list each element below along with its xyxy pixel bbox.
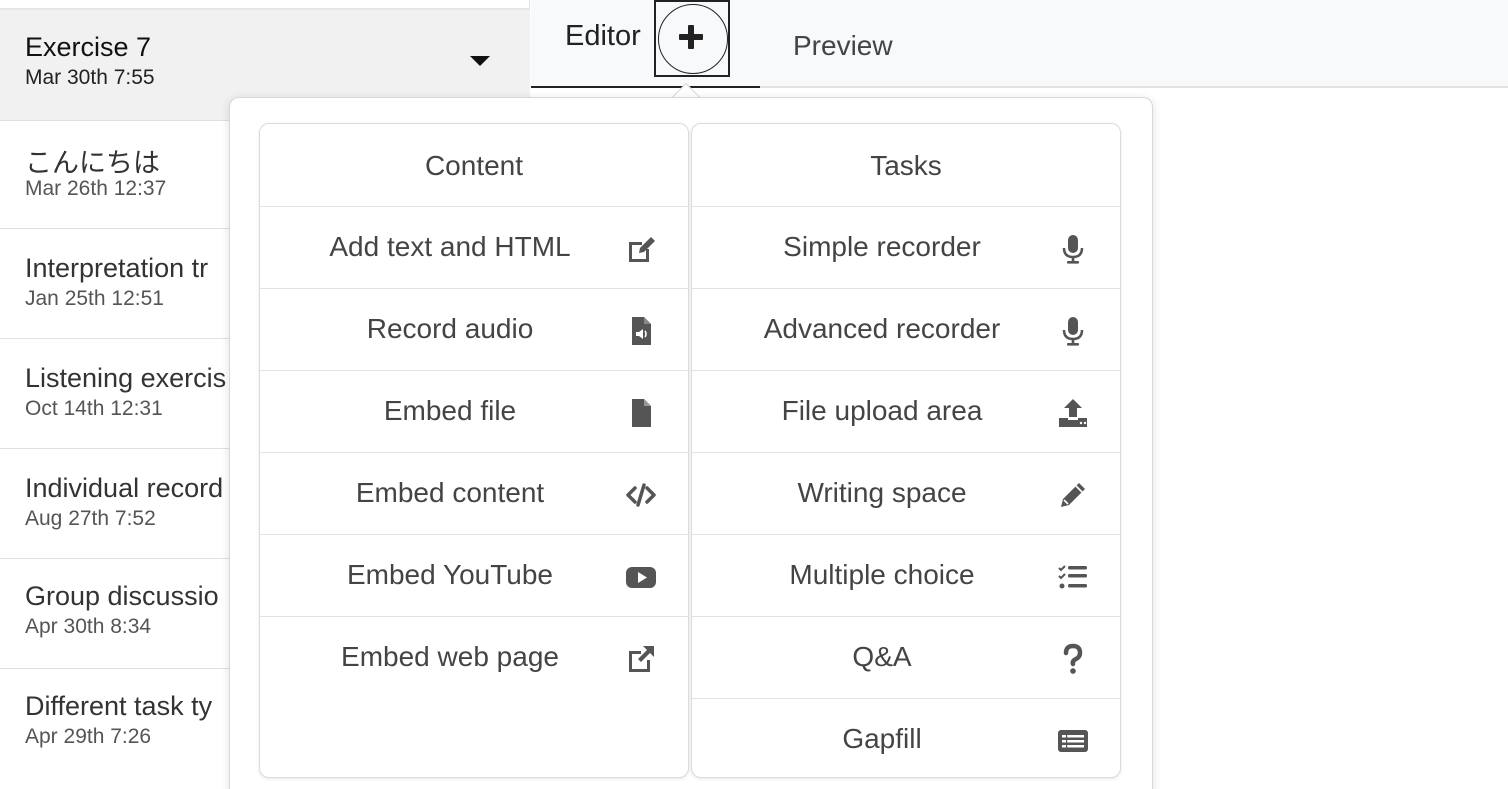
code-icon — [624, 478, 658, 512]
microphone-icon — [1056, 314, 1090, 348]
menu-item-qa[interactable]: Q&A — [692, 617, 1120, 699]
plus-icon — [679, 25, 703, 49]
exercise-title: Individual record — [25, 473, 224, 503]
exercise-date: Mar 26th 12:37 — [25, 177, 167, 200]
pencil-icon — [1056, 478, 1090, 512]
caret-down-icon[interactable] — [470, 56, 490, 66]
edit-icon — [624, 232, 658, 266]
menu-item-gapfill[interactable]: Gapfill — [692, 699, 1120, 777]
tab-editor-active-indicator — [531, 86, 760, 88]
audio-file-icon — [624, 314, 658, 348]
add-element-button[interactable] — [654, 0, 730, 77]
menu-item-multiple-choice[interactable]: Multiple choice — [692, 535, 1120, 617]
menu-item-label: Record audio — [366, 313, 534, 344]
menu-item-label: Advanced recorder — [763, 313, 1001, 344]
exercise-title: Listening exercis — [25, 363, 227, 393]
file-icon — [624, 396, 658, 430]
editor-tab-bar: Editor Preview — [531, 0, 1508, 88]
exercise-title: Exercise 7 — [25, 32, 152, 62]
menu-item-advanced-recorder[interactable]: Advanced recorder — [692, 289, 1120, 371]
menu-item-label: Embed web page — [341, 641, 559, 672]
menu-item-label: Writing space — [797, 477, 967, 508]
question-icon — [1056, 642, 1090, 676]
exercise-date: Apr 30th 8:34 — [25, 615, 152, 638]
gapfill-icon — [1056, 724, 1090, 758]
external-link-icon — [624, 642, 658, 676]
exercise-date: Oct 14th 12:31 — [25, 397, 163, 420]
menu-item-label: Q&A — [852, 641, 912, 672]
exercise-date: Apr 29th 7:26 — [25, 725, 152, 748]
menu-item-label: Add text and HTML — [329, 231, 571, 262]
menu-item-embed-web-page[interactable]: Embed web page — [260, 617, 688, 699]
add-element-popover: Content Add text and HTML Record audio E… — [229, 97, 1153, 789]
menu-item-label: File upload area — [781, 395, 983, 426]
exercise-title: こんにちは — [25, 148, 160, 178]
exercise-title: Interpretation tr — [25, 253, 209, 283]
exercise-date: Aug 27th 7:52 — [25, 507, 156, 530]
content-column: Content Add text and HTML Record audio E… — [259, 123, 689, 778]
menu-item-embed-youtube[interactable]: Embed YouTube — [260, 535, 688, 617]
menu-item-label: Embed YouTube — [346, 559, 554, 590]
exercise-title: Group discussio — [25, 581, 219, 611]
menu-item-file-upload-area[interactable]: File upload area — [692, 371, 1120, 453]
tasks-header: Tasks — [692, 124, 1120, 207]
exercise-date: Mar 30th 7:55 — [25, 66, 155, 89]
checklist-icon — [1056, 560, 1090, 594]
upload-icon — [1056, 396, 1090, 430]
exercise-date: Jan 25th 12:51 — [25, 287, 164, 310]
youtube-icon — [624, 560, 658, 594]
menu-item-writing-space[interactable]: Writing space — [692, 453, 1120, 535]
menu-item-embed-content[interactable]: Embed content — [260, 453, 688, 535]
exercise-title: Different task ty — [25, 691, 213, 721]
content-header: Content — [260, 124, 688, 207]
microphone-icon — [1056, 232, 1090, 266]
menu-item-embed-file[interactable]: Embed file — [260, 371, 688, 453]
tab-editor[interactable]: Editor — [565, 20, 641, 53]
menu-item-label: Embed content — [355, 477, 545, 508]
menu-item-record-audio[interactable]: Record audio — [260, 289, 688, 371]
menu-item-add-text-html[interactable]: Add text and HTML — [260, 207, 688, 289]
menu-item-simple-recorder[interactable]: Simple recorder — [692, 207, 1120, 289]
menu-item-label: Multiple choice — [789, 559, 975, 590]
tab-preview[interactable]: Preview — [793, 30, 893, 62]
menu-item-label: Gapfill — [842, 723, 922, 754]
menu-item-label: Embed file — [383, 395, 517, 426]
menu-item-label: Simple recorder — [783, 231, 981, 262]
tasks-column: Tasks Simple recorder Advanced recorder … — [691, 123, 1121, 778]
